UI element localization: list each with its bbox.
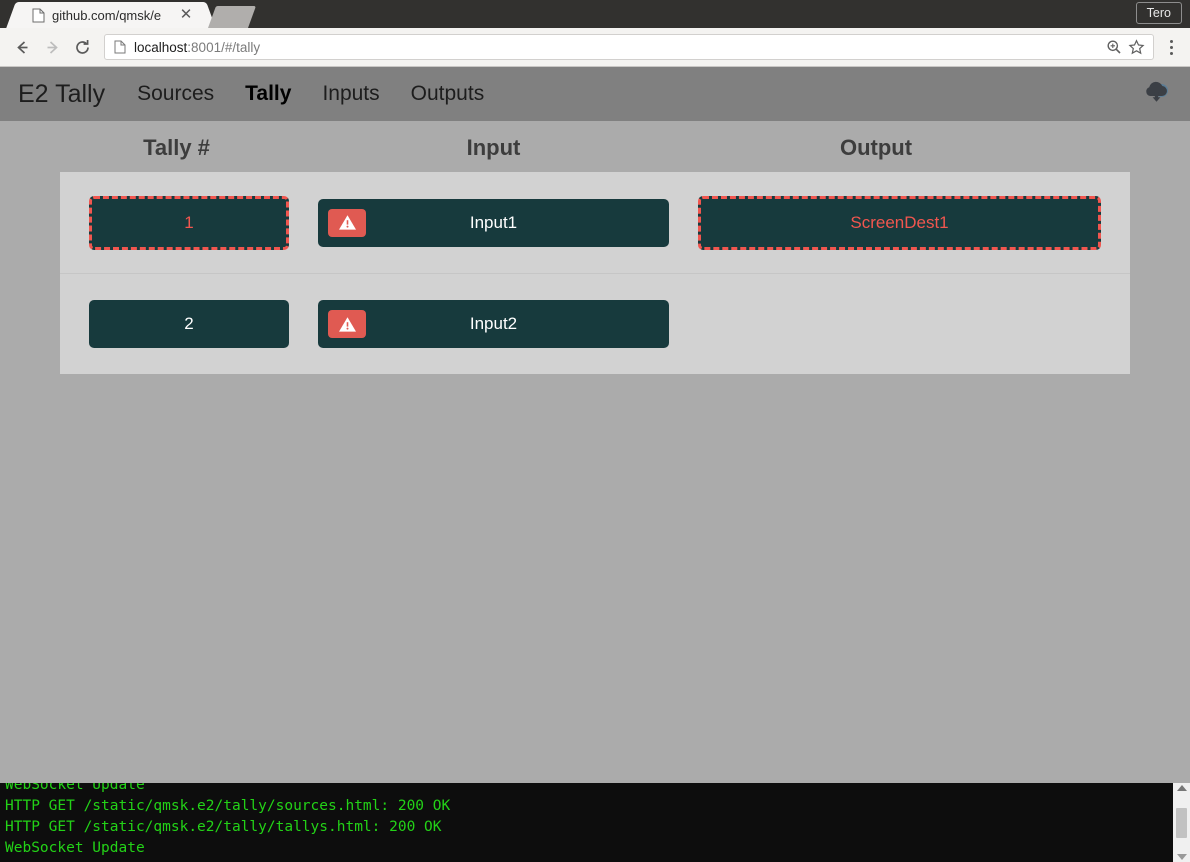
cloud-download-icon[interactable] xyxy=(1142,78,1172,111)
caret-down-icon[interactable] xyxy=(1176,854,1187,860)
tally-number-button[interactable]: 2 xyxy=(89,300,289,348)
close-icon[interactable]: ✕ xyxy=(178,7,194,23)
app-navbar: E2 Tally Sources Tally Inputs Outputs xyxy=(0,67,1190,121)
cell-tally: 2 xyxy=(60,300,318,348)
terminal-output: WebSocket Update HTTP GET /static/qmsk.e… xyxy=(0,783,1173,862)
cell-input: Input1 xyxy=(318,198,698,247)
nav-item-sources[interactable]: Sources xyxy=(137,82,214,106)
nav-item-inputs[interactable]: Inputs xyxy=(322,82,379,106)
url-text: localhost:8001/#/tally xyxy=(134,40,1103,55)
browser-toolbar: localhost:8001/#/tally xyxy=(0,28,1190,67)
star-icon[interactable] xyxy=(1125,36,1147,58)
terminal-line: WebSocket Update xyxy=(5,783,145,793)
output-button[interactable]: ScreenDest1 xyxy=(698,195,1101,250)
table-row: 2 Input2 xyxy=(60,273,1130,374)
address-bar[interactable]: localhost:8001/#/tally xyxy=(104,34,1154,60)
input-button-label: Input2 xyxy=(469,314,518,333)
arrow-right-icon xyxy=(38,33,66,61)
terminal-window: WebSocket Update HTTP GET /static/qmsk.e… xyxy=(0,783,1190,862)
web-page: E2 Tally Sources Tally Inputs Outputs Ta… xyxy=(0,67,1190,781)
cell-input: Input2 xyxy=(318,300,698,348)
page-info-icon xyxy=(114,40,126,54)
arrow-left-icon[interactable] xyxy=(8,33,36,61)
column-header-output: Output xyxy=(839,135,913,160)
browser-tab-inactive[interactable] xyxy=(207,6,257,28)
terminal-line: WebSocket Update xyxy=(5,840,145,856)
warning-icon xyxy=(328,208,366,237)
table-headers: Tally # Input Output xyxy=(0,121,1190,161)
input-button[interactable]: Input1 xyxy=(318,198,669,247)
input-button[interactable]: Input2 xyxy=(318,300,669,348)
table-row: 1 Input1 ScreenDest1 xyxy=(60,172,1130,273)
kebab-menu-icon[interactable] xyxy=(1160,33,1182,61)
url-host: localhost xyxy=(134,39,188,55)
nav-item-outputs[interactable]: Outputs xyxy=(411,82,485,106)
nav-item-tally[interactable]: Tally xyxy=(245,82,291,106)
column-header-tally: Tally # xyxy=(143,135,210,160)
cell-output: ScreenDest1 xyxy=(698,195,1130,250)
tally-number-button[interactable]: 1 xyxy=(89,195,289,250)
browser-tab[interactable]: github.com/qmsk/e ✕ xyxy=(22,2,200,28)
browser-tab-title: github.com/qmsk/e xyxy=(52,7,162,23)
caret-up-icon[interactable] xyxy=(1176,785,1187,791)
terminal-line: HTTP GET /static/qmsk.e2/tally/tallys.ht… xyxy=(5,819,442,835)
cell-tally: 1 xyxy=(60,195,318,250)
scrollbar-thumb[interactable] xyxy=(1176,807,1187,838)
column-header-input: Input xyxy=(466,135,521,160)
terminal-scrollbar[interactable] xyxy=(1173,783,1190,862)
warning-icon xyxy=(328,310,366,338)
profile-button[interactable]: Tero xyxy=(1135,2,1182,24)
browser-tab-strip: github.com/qmsk/e ✕ Tero xyxy=(0,0,1190,28)
input-button-label: Input1 xyxy=(469,212,518,232)
url-path: :8001/#/tally xyxy=(187,39,261,55)
magnifier-icon[interactable] xyxy=(1103,36,1125,58)
app-brand[interactable]: E2 Tally xyxy=(18,80,105,109)
app-nav-links: Sources Tally Inputs Outputs xyxy=(137,82,484,106)
reload-icon[interactable] xyxy=(68,33,96,61)
terminal-line: HTTP GET /static/qmsk.e2/tally/sources.h… xyxy=(5,798,451,814)
navbar-right xyxy=(1142,78,1172,111)
tally-table: 1 Input1 ScreenDest1 2 Input2 xyxy=(60,172,1130,374)
document-icon xyxy=(32,8,45,23)
